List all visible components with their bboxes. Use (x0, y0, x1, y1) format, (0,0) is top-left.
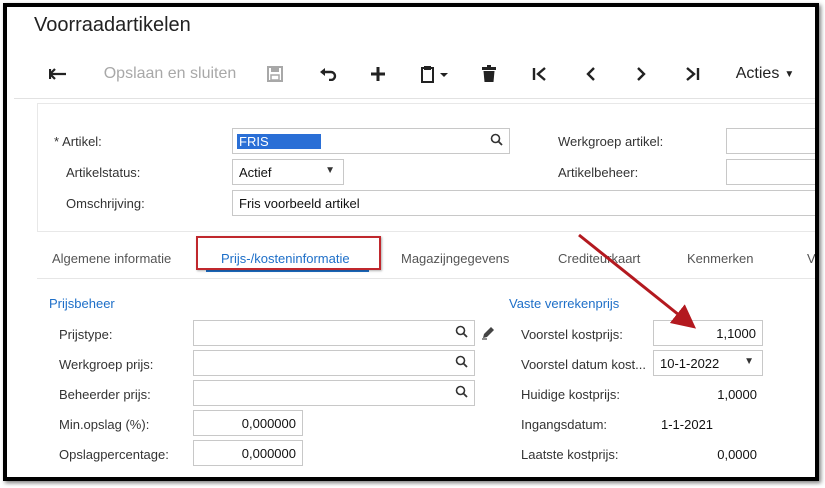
tab-algemene-informatie[interactable]: Algemene informatie (52, 251, 171, 266)
beheerder-prijs-field[interactable] (193, 380, 475, 406)
ingangsdatum-label: Ingangsdatum: (521, 417, 608, 432)
previous-record-icon[interactable] (580, 59, 602, 89)
min-opslag-label: Min.opslag (%): (59, 417, 150, 432)
voorstel-kostprijs-field[interactable]: 1,1000 (653, 320, 763, 346)
caret-down-icon[interactable]: ▼ (744, 356, 754, 367)
tab-crediteurkaart[interactable]: Crediteurkaart (558, 251, 640, 266)
tab-kenmerken[interactable]: Kenmerken (687, 251, 753, 266)
omschrijving-label: Omschrijving: (66, 196, 145, 211)
page-title: Voorraadartikelen (34, 14, 191, 36)
artikelstatus-value: Actief (239, 164, 272, 180)
werkgroep-prijs-label: Werkgroep prijs: (59, 357, 154, 372)
window-frame: Voorraadartikelen Opslaan en sluiten Act… (3, 3, 819, 481)
huidige-kostprijs-value: 1,0000 (717, 387, 757, 402)
laatste-kostprijs-label: Laatste kostprijs: (521, 447, 619, 462)
tab-overflow[interactable]: V (807, 251, 815, 266)
huidige-kostprijs-label: Huidige kostprijs: (521, 387, 620, 402)
omschrijving-field[interactable]: Fris voorbeeld artikel (232, 190, 815, 216)
werkgroep-prijs-field[interactable] (193, 350, 475, 376)
prijstype-label: Prijstype: (59, 327, 113, 342)
voorstel-datum-label: Voorstel datum kost... (521, 357, 647, 372)
opslagpercentage-label: Opslagpercentage: (59, 447, 169, 462)
next-record-icon[interactable] (630, 59, 652, 89)
save-and-close-button[interactable]: Opslaan en sluiten (100, 59, 240, 89)
opslagpercentage-field[interactable]: 0,000000 (193, 440, 303, 466)
search-icon[interactable] (455, 325, 468, 341)
werkgroep-artikel-field[interactable] (726, 128, 815, 154)
laatste-kostprijs-value: 0,0000 (717, 447, 757, 462)
first-record-icon[interactable] (529, 59, 551, 89)
voorstel-kostprijs-label: Voorstel kostprijs: (521, 327, 623, 342)
tab-bar: Algemene informatie Prijs-/kosteninforma… (37, 239, 815, 279)
artikelstatus-select[interactable]: Actief ▼ (232, 159, 344, 185)
artikel-value: FRIS (237, 133, 322, 149)
header-panel: * Artikel: FRIS Artikelstatus: Actief ▼ O… (37, 103, 815, 232)
actions-menu-button[interactable]: Acties ▼ (730, 59, 800, 89)
search-icon[interactable] (455, 385, 468, 401)
artikel-field[interactable]: FRIS (232, 128, 510, 154)
annotation-highlight-box (196, 236, 381, 270)
omschrijving-value: Fris voorbeeld artikel (239, 195, 360, 211)
artikel-label: * Artikel: (54, 134, 102, 149)
artikelbeheer-field[interactable] (726, 159, 815, 185)
pencil-edit-icon[interactable] (481, 325, 496, 345)
werkgroep-artikel-label: Werkgroep artikel: (558, 134, 664, 149)
back-arrow-icon[interactable] (44, 59, 72, 89)
floppy-disk-icon[interactable] (264, 59, 286, 89)
tab-magazijngegevens[interactable]: Magazijngegevens (401, 251, 509, 266)
trash-icon[interactable] (478, 59, 500, 89)
search-icon[interactable] (455, 355, 468, 371)
prijsbeheer-section-title: Prijsbeheer (49, 296, 115, 311)
required-marker: * (54, 134, 60, 149)
voorstel-datum-field[interactable]: 10-1-2022 ▼ (653, 350, 763, 376)
ingangsdatum-value: 1-1-2021 (661, 417, 714, 432)
caret-down-icon: ▼ (325, 165, 335, 176)
clipboard-icon[interactable] (416, 59, 454, 89)
prijstype-field[interactable] (193, 320, 475, 346)
search-icon[interactable] (490, 133, 503, 149)
artikelstatus-label: Artikelstatus: (66, 165, 141, 180)
vaste-verrekenprijs-section-title: Vaste verrekenprijs (509, 296, 620, 311)
plus-icon[interactable] (366, 59, 390, 89)
actions-label: Acties (735, 65, 780, 82)
caret-down-icon: ▼ (784, 68, 795, 80)
toolbar: Opslaan en sluiten Acties ▼ (14, 49, 815, 99)
undo-icon[interactable] (316, 59, 340, 89)
min-opslag-field[interactable]: 0,000000 (193, 410, 303, 436)
last-record-icon[interactable] (681, 59, 703, 89)
artikelbeheer-label: Artikelbeheer: (558, 165, 639, 180)
beheerder-prijs-label: Beheerder prijs: (59, 387, 151, 402)
